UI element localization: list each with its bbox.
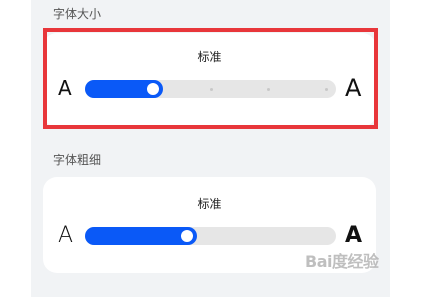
bold-a-icon: A xyxy=(345,223,363,248)
font-weight-section-label: 字体粗细 xyxy=(53,153,102,167)
font-size-card: 标准 A A xyxy=(43,33,376,127)
font-weight-value-label: 标准 xyxy=(197,197,222,211)
thin-a-icon: A xyxy=(58,223,74,248)
font-size-slider[interactable] xyxy=(85,80,336,98)
font-size-slider-tick xyxy=(267,88,270,91)
font-size-slider-tick xyxy=(210,88,213,91)
large-a-icon: A xyxy=(345,74,362,102)
font-weight-slider-thumb[interactable] xyxy=(181,230,193,242)
font-size-slider-thumb[interactable] xyxy=(147,83,159,95)
font-size-section-label: 字体大小 xyxy=(53,7,102,21)
small-a-icon: A xyxy=(58,76,72,100)
font-weight-slider[interactable] xyxy=(85,227,336,245)
settings-page: 字体大小 标准 A A 字体粗细 标准 A A Bai度经验 xyxy=(0,0,425,297)
font-size-slider-tick xyxy=(325,88,328,91)
watermark-logo: Bai度经验 xyxy=(305,252,379,271)
font-size-value-label: 标准 xyxy=(197,50,222,64)
